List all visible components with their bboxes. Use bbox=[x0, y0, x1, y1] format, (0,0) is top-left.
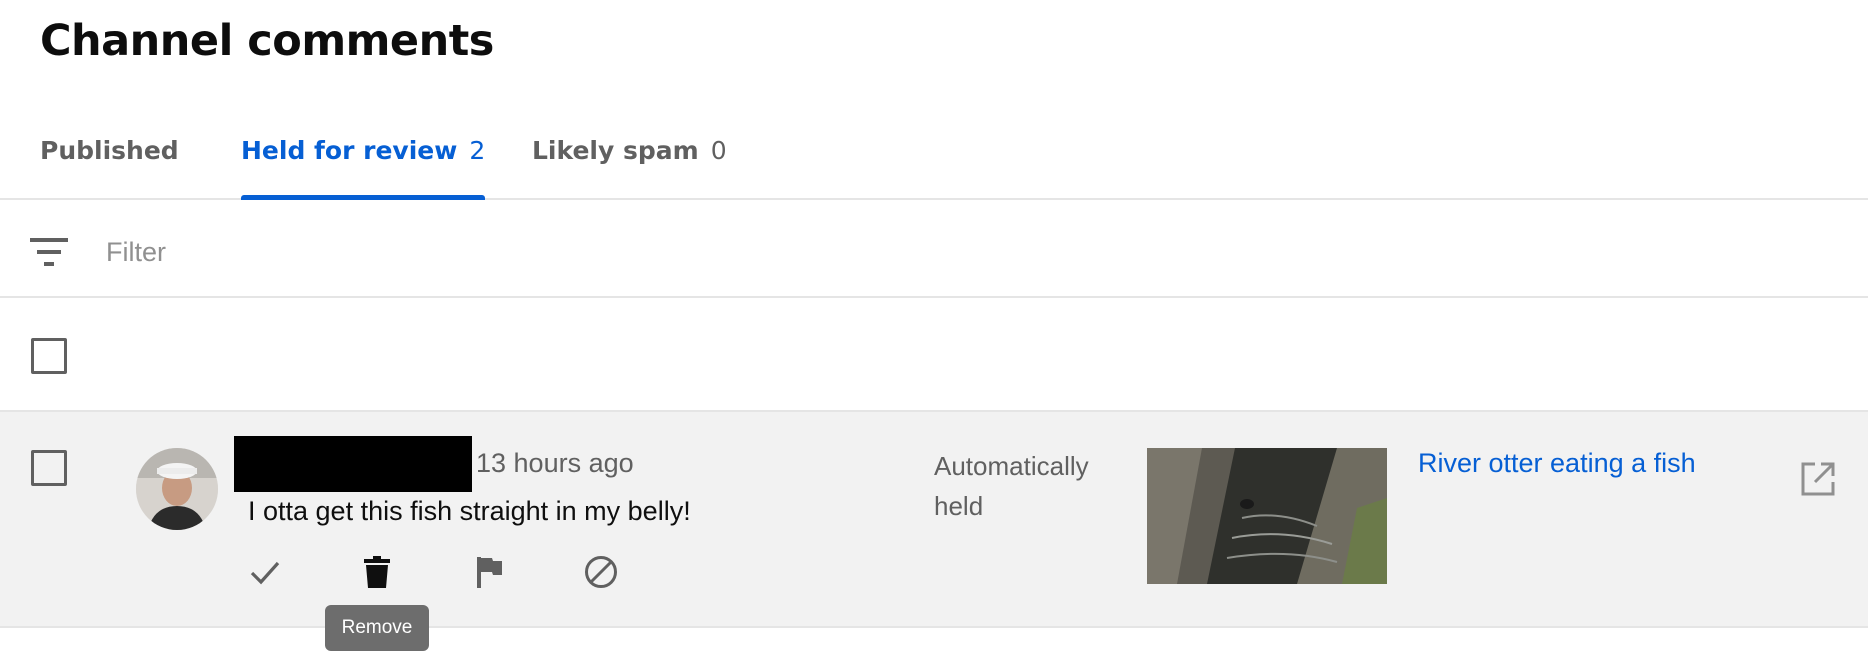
comment-timestamp[interactable]: 13 hours ago bbox=[476, 448, 634, 479]
tab-likely-spam[interactable]: Likely spam 0 bbox=[532, 136, 727, 200]
comment-text: I otta get this fish straight in my bell… bbox=[248, 496, 691, 526]
filter-input[interactable] bbox=[106, 230, 1006, 274]
tab-bar: Published Held for review 2 Likely spam 0 bbox=[0, 100, 1868, 200]
trash-icon bbox=[364, 556, 390, 588]
remove-button[interactable] bbox=[353, 548, 401, 596]
open-external-icon[interactable] bbox=[1799, 460, 1837, 498]
avatar[interactable] bbox=[136, 448, 218, 530]
checkmark-icon bbox=[250, 561, 280, 585]
video-title-link[interactable]: River otter eating a fish bbox=[1418, 448, 1696, 479]
hide-user-button[interactable] bbox=[577, 548, 625, 596]
block-icon bbox=[585, 556, 617, 588]
page-title: Channel comments bbox=[40, 16, 494, 66]
held-status: Automatically held bbox=[934, 451, 1089, 521]
select-all-row bbox=[0, 298, 1868, 412]
comment-row: 13 hours ago I otta get this fish straig… bbox=[0, 412, 1868, 651]
report-button[interactable] bbox=[465, 548, 513, 596]
remove-tooltip: Remove bbox=[325, 605, 429, 651]
channel-comments-page: Channel comments Published Held for revi… bbox=[0, 0, 1868, 659]
author-name-redacted[interactable] bbox=[234, 436, 472, 492]
tab-label: Held for review bbox=[241, 136, 458, 165]
approve-button[interactable] bbox=[241, 548, 289, 596]
tab-label: Published bbox=[40, 136, 179, 165]
select-all-checkbox[interactable] bbox=[31, 338, 67, 374]
filter-icon[interactable] bbox=[30, 236, 68, 268]
filter-bar bbox=[0, 202, 1868, 298]
tab-published[interactable]: Published bbox=[40, 136, 179, 200]
flag-icon bbox=[477, 557, 502, 588]
video-thumbnail[interactable] bbox=[1147, 448, 1387, 584]
comment-checkbox[interactable] bbox=[31, 450, 67, 486]
tab-label: Likely spam bbox=[532, 136, 699, 165]
tab-held-for-review[interactable]: Held for review 2 bbox=[241, 136, 486, 200]
tab-count: 0 bbox=[710, 136, 727, 165]
tab-count: 2 bbox=[469, 136, 486, 165]
